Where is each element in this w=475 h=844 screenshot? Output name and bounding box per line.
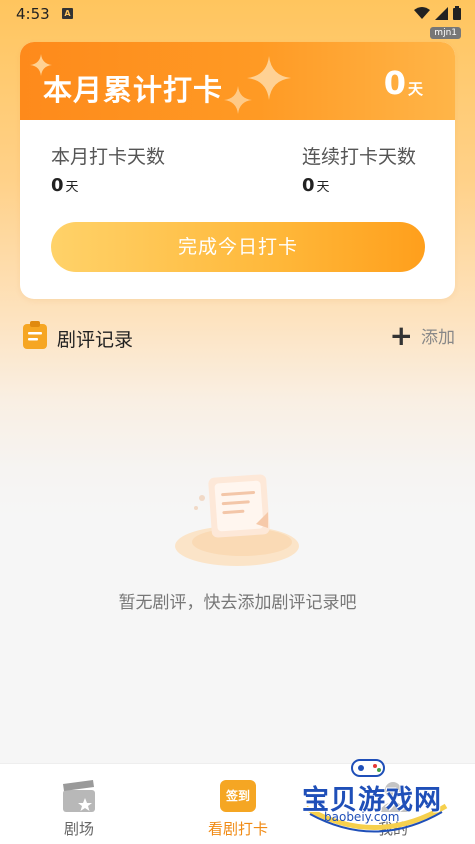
stat-value: 0天 [302,175,416,196]
stat-number: 0 [51,175,64,196]
reviews-header: 剧评记录 + 添加 [22,320,457,352]
add-review-button[interactable]: + 添加 [389,318,455,352]
stat-consecutive-days: 连续打卡天数 0天 [302,142,416,196]
plus-icon: + [389,318,413,352]
empty-state-text: 暂无剧评，快去添加剧评记录吧 [118,593,357,613]
nav-label-theater: 剧场 [63,820,94,838]
battery-icon [453,6,461,20]
stat-label: 连续打卡天数 [302,146,417,168]
watermark-gamepad-icon [351,759,385,777]
monthly-total-value: 0 [383,64,406,102]
stat-monthly-days: 本月打卡天数 0天 [51,142,165,196]
status-time: 4:53 [16,5,50,23]
status-bar: 4:53 A mjn1 [0,0,475,39]
signal-icon [435,6,448,20]
stat-number: 0 [302,175,315,196]
nav-item-theater[interactable]: 剧场 [24,764,134,844]
monthly-total-unit: 天 [407,80,423,98]
nav-item-checkin[interactable]: 签到 看剧打卡 [183,764,293,844]
stat-unit: 天 [316,180,330,195]
clipboard-icon [23,321,47,349]
sparkle-icon [224,86,252,114]
clapperboard-icon [63,780,95,812]
checkin-card: 本月累计打卡 0天 本月打卡天数 0天 连续打卡天数 0天 完成今日打卡 [20,42,455,299]
empty-note-icon [175,474,299,566]
monthly-total: 0天 [384,64,423,102]
checkin-card-title: 本月累计打卡 [43,73,224,107]
sparkle-icon [247,56,291,100]
nav-label-checkin: 看剧打卡 [207,820,268,838]
complete-checkin-button[interactable]: 完成今日打卡 [51,222,425,272]
reviews-title: 剧评记录 [57,329,134,351]
notification-a-icon: A [62,8,73,19]
status-icons [414,6,461,20]
stat-unit: 天 [65,180,79,195]
checkin-card-header: 本月累计打卡 0天 [20,42,455,120]
stat-value: 0天 [51,175,165,196]
checkin-icon-text: 签到 [225,789,250,803]
calendar-checkin-icon: 签到 [220,780,256,812]
watermark-url: baobeiy.com [324,810,400,824]
add-review-label: 添加 [421,328,455,348]
watermark: 宝贝游戏网 baobeiy.com [296,752,456,840]
debug-tag: mjn1 [430,27,461,39]
stat-label: 本月打卡天数 [51,146,166,168]
wifi-icon [414,6,430,19]
